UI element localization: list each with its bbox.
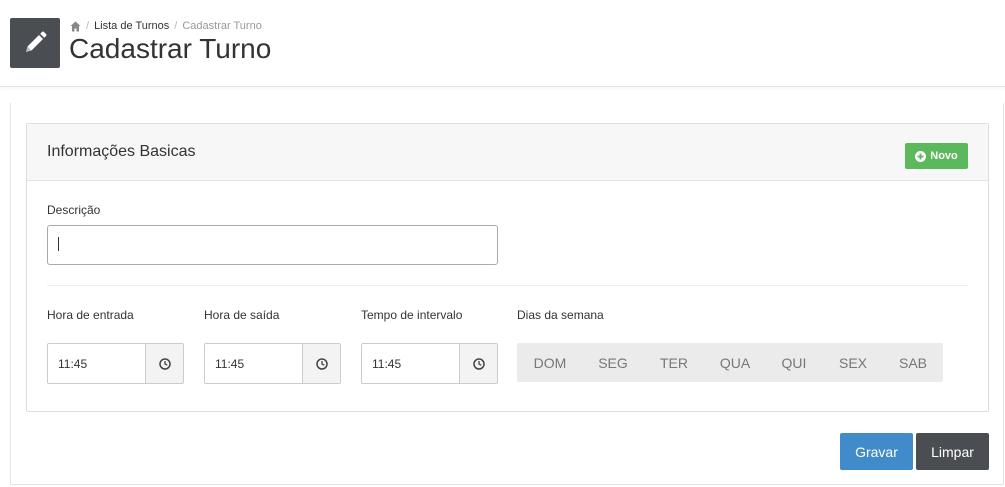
day-toggle-seg[interactable]: SEG (583, 343, 643, 382)
new-button-label: Novo (930, 150, 958, 162)
day-toggle-sex[interactable]: SEX (823, 343, 883, 382)
home-icon[interactable] (70, 21, 81, 32)
breadcrumb-current: Cadastrar Turno (182, 20, 262, 32)
plus-circle-icon (915, 150, 927, 162)
tempo-intervalo-input[interactable] (361, 343, 459, 384)
basic-info-panel: Informações Basicas Novo Descrição Hora … (26, 123, 989, 412)
dias-semana-label: Dias da semana (517, 308, 604, 322)
day-toggle-ter[interactable]: TER (643, 343, 705, 382)
hora-saida-input[interactable] (204, 343, 302, 384)
breadcrumb-separator: / (86, 20, 90, 32)
descricao-input[interactable] (47, 225, 498, 265)
page-title: Cadastrar Turno (69, 33, 272, 64)
clock-icon[interactable] (459, 343, 498, 384)
hora-entrada-label: Hora de entrada (47, 308, 134, 322)
tempo-intervalo-group (361, 343, 498, 384)
form-divider (47, 285, 968, 286)
breadcrumb-link-lista-turnos[interactable]: Lista de Turnos (94, 20, 169, 32)
descricao-label: Descrição (47, 203, 101, 217)
clock-icon[interactable] (302, 343, 341, 384)
breadcrumb: / Lista de Turnos / Cadastrar Turno (70, 20, 262, 32)
tempo-intervalo-label: Tempo de intervalo (361, 308, 463, 322)
hora-saida-label: Hora de saída (204, 308, 280, 322)
new-button[interactable]: Novo (905, 143, 968, 169)
hora-entrada-group (47, 343, 184, 384)
clock-icon[interactable] (145, 343, 184, 384)
day-toggle-dom[interactable]: DOM (517, 343, 583, 382)
pencil-icon (10, 18, 60, 68)
text-caret (58, 237, 59, 251)
save-button[interactable]: Gravar (840, 433, 913, 470)
panel-title: Informações Basicas (47, 143, 196, 160)
day-toggle-qua[interactable]: QUA (705, 343, 765, 382)
hora-entrada-input[interactable] (47, 343, 145, 384)
weekday-selector: DOM SEG TER QUA QUI SEX SAB (517, 343, 943, 382)
breadcrumb-separator: / (174, 20, 178, 32)
day-toggle-sab[interactable]: SAB (883, 343, 943, 382)
clear-button[interactable]: Limpar (916, 433, 989, 470)
panel-heading: Informações Basicas Novo (27, 124, 988, 181)
day-toggle-qui[interactable]: QUI (765, 343, 823, 382)
page-header: / Lista de Turnos / Cadastrar Turno Cada… (0, 0, 1005, 87)
hora-saida-group (204, 343, 341, 384)
